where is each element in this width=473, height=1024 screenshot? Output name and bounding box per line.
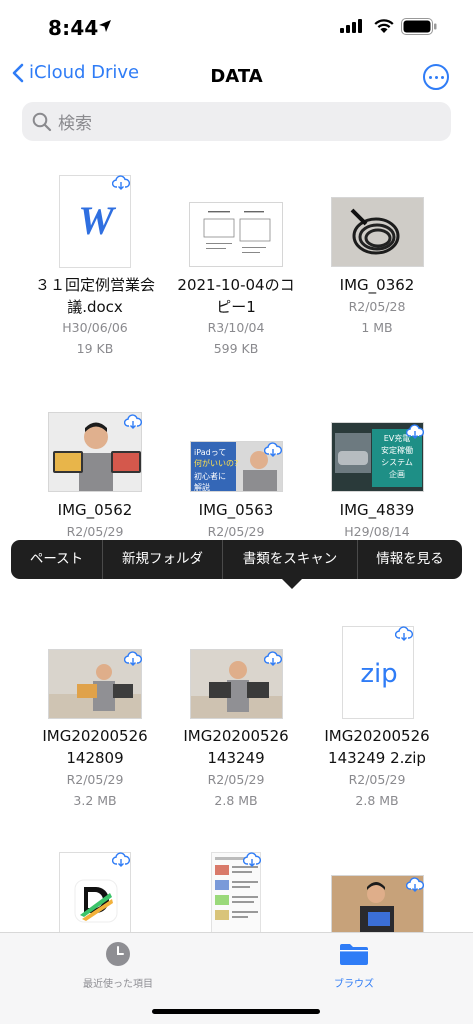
- file-item[interactable]: W ３１回定例営業会議.docx H30/06/06 19 KB: [20, 172, 170, 362]
- ellipsis-icon: [428, 75, 432, 79]
- cloud-download-icon: [395, 626, 413, 641]
- thumb-caption-3: システム: [381, 458, 413, 467]
- file-name: 2021-10-04のコピー1: [177, 276, 295, 316]
- file-item[interactable]: IMG20200526 143249 R2/05/29 2.8 MB: [161, 620, 311, 810]
- file-date: R2/05/29: [66, 524, 124, 539]
- more-options-button[interactable]: [423, 64, 449, 90]
- photo-thumbnail: [331, 197, 424, 267]
- home-indicator: [152, 1009, 320, 1014]
- scanned-page-icon: [203, 211, 271, 253]
- scan-documents-menu-item[interactable]: 書類をスキャン: [223, 540, 357, 579]
- file-size: 2.8 MB: [355, 793, 399, 808]
- get-info-menu-item[interactable]: 情報を見る: [358, 540, 462, 579]
- thumb-caption-4: 企画: [389, 469, 405, 479]
- file-name-line-1: IMG20200526: [42, 727, 148, 745]
- thumb-caption-3: 初心者に: [194, 471, 226, 481]
- file-item[interactable]: [302, 850, 452, 934]
- file-item[interactable]: 2021-10-04のコピー1 R3/10/04 599 KB: [161, 172, 311, 362]
- ellipsis-dot: [440, 75, 444, 79]
- cloud-download-icon: [112, 175, 130, 190]
- folder-icon: [340, 944, 368, 965]
- file-date: R2/05/28: [348, 299, 406, 314]
- file-name-line-2: 143249 2.zip: [328, 749, 426, 767]
- file-name-line-1: IMG20200526: [324, 727, 430, 745]
- battery-icon: [401, 18, 437, 35]
- document-thumbnail: [189, 202, 283, 267]
- navigation-bar: iCloud Drive DATA: [0, 56, 473, 100]
- file-size: 2.8 MB: [214, 793, 258, 808]
- file-item[interactable]: IMG_0362 R2/05/28 1 MB: [302, 172, 452, 362]
- wifi-icon: [374, 19, 394, 33]
- file-name: IMG_4839: [339, 501, 415, 519]
- file-item[interactable]: [20, 850, 170, 934]
- context-menu-pointer: [282, 579, 302, 589]
- file-name-line-2: 142809: [66, 749, 124, 767]
- search-icon: [32, 112, 52, 131]
- cloud-download-icon: [112, 852, 130, 867]
- file-date: R2/05/29: [207, 772, 265, 787]
- file-item[interactable]: zip IMG20200526 143249 2.zip R2/05/29 2.…: [302, 620, 452, 810]
- file-item[interactable]: IMG20200526 142809 R2/05/29 3.2 MB: [20, 620, 170, 810]
- file-date: R3/10/04: [207, 320, 265, 335]
- file-name-line-2: 143249: [207, 749, 265, 767]
- tab-browse-label: ブラウズ: [334, 979, 374, 990]
- cloud-download-icon: [406, 424, 424, 439]
- new-folder-menu-item[interactable]: 新規フォルダ: [103, 540, 222, 579]
- file-item[interactable]: EV充電 安定稼働 システム 企画 IMG_4839 H29/08/14: [302, 400, 452, 540]
- file-date: R2/05/29: [348, 772, 406, 787]
- tab-browse[interactable]: ブラウズ: [274, 941, 434, 990]
- tab-recents-label: 最近使った項目: [83, 979, 153, 990]
- file-date: H30/06/06: [62, 320, 128, 335]
- file-date: R2/05/29: [207, 524, 265, 539]
- status-bar: 8:44: [0, 0, 473, 56]
- file-item[interactable]: [161, 850, 311, 934]
- thumb-caption-4: 解説: [194, 482, 210, 492]
- cloud-download-icon: [264, 442, 282, 457]
- file-item[interactable]: iPadって 何がいいの？ 初心者に 解説 IMG_0563 R2/05/29: [161, 400, 311, 540]
- cloud-download-icon: [406, 877, 424, 892]
- status-time: 8:44: [48, 16, 99, 40]
- thumb-caption-2: 安定稼働: [381, 445, 413, 455]
- ellipsis-dot: [434, 75, 438, 79]
- file-size: 19 KB: [76, 341, 114, 356]
- context-menu: ペースト 新規フォルダ 書類をスキャン 情報を見る: [11, 540, 462, 579]
- search-placeholder: 検索: [58, 114, 92, 134]
- cloud-download-icon: [264, 651, 282, 666]
- file-name: IMG_0562: [57, 501, 133, 519]
- file-name: IMG_0362: [339, 276, 415, 294]
- file-date: R2/05/29: [66, 772, 124, 787]
- tab-recents[interactable]: 最近使った項目: [38, 941, 198, 990]
- thumb-caption-2: 何がいいの？: [194, 458, 242, 468]
- thumb-caption-1: iPadって: [194, 448, 226, 457]
- search-field[interactable]: 検索: [22, 102, 451, 141]
- cloud-download-icon: [124, 651, 142, 666]
- cellular-signal-icon: [340, 19, 362, 33]
- file-size: 3.2 MB: [73, 793, 117, 808]
- svg-text:W: W: [78, 198, 116, 243]
- file-name: IMG_0563: [198, 501, 274, 519]
- zip-label: zip: [360, 659, 397, 689]
- file-item[interactable]: IMG_0562 R2/05/29: [20, 400, 170, 540]
- location-arrow-icon: [99, 20, 111, 32]
- file-name-line-1: IMG20200526: [183, 727, 289, 745]
- cloud-download-icon: [243, 852, 261, 867]
- file-size: 599 KB: [213, 341, 259, 356]
- file-size: 1 MB: [361, 320, 393, 335]
- cable-photo-icon: [332, 198, 423, 266]
- cloud-download-icon: [124, 414, 142, 429]
- file-name: ３１回定例営業会議.docx: [34, 276, 155, 316]
- paste-menu-item[interactable]: ペースト: [11, 540, 102, 579]
- page-title: DATA: [210, 66, 263, 87]
- clock-icon: [106, 942, 130, 966]
- file-date: H29/08/14: [344, 524, 410, 539]
